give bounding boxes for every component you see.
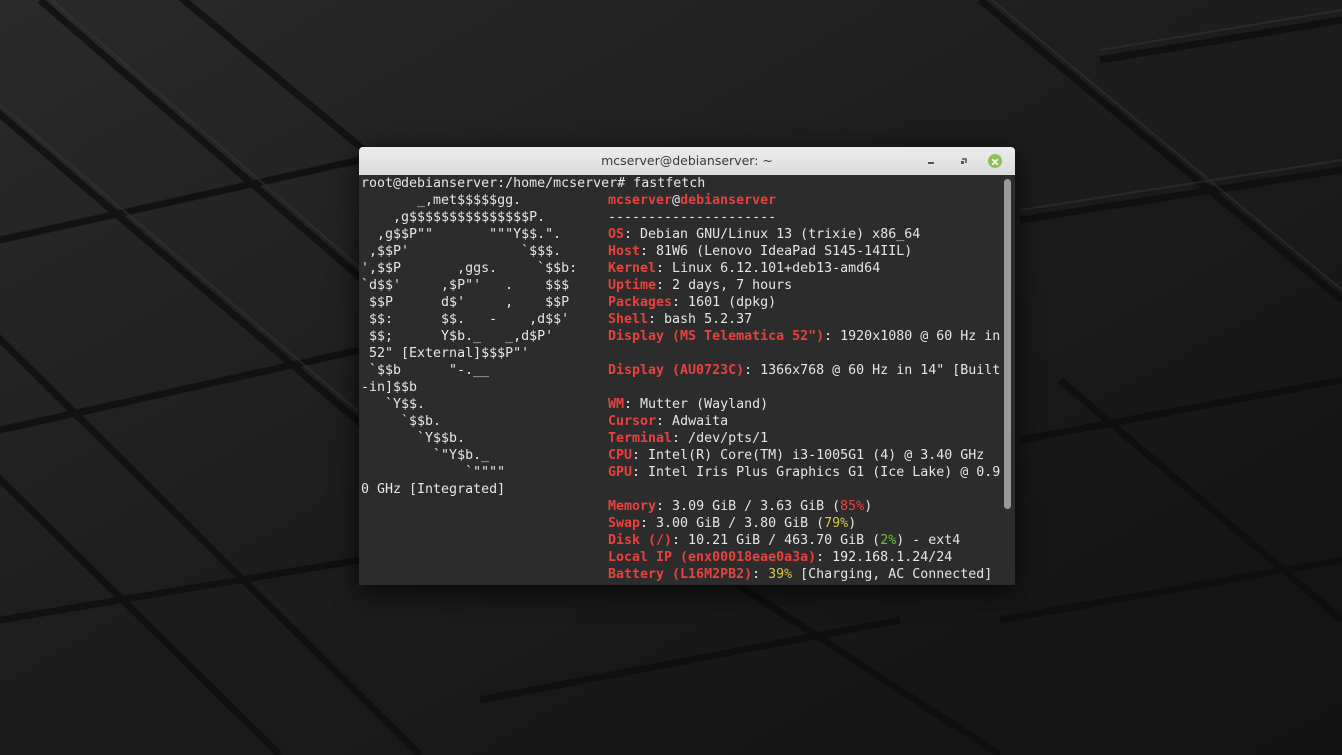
info-value-end: )	[848, 516, 857, 531]
logo-line: $$: $$. - ,d$$'	[361, 312, 570, 327]
info-key: Shell	[608, 312, 649, 327]
info-value: : 2 days, 7 hours	[656, 278, 793, 293]
info-uptime: Uptime: 2 days, 7 hours	[608, 277, 792, 294]
info-key: GPU	[608, 465, 633, 480]
info-os: OS: Debian GNU/Linux 13 (trixie) x86_64	[608, 226, 920, 243]
info-value: : 3.00 GiB / 3.80 GiB (	[640, 516, 825, 531]
info-value: : Linux 6.12.101+deb13-amd64	[656, 261, 881, 276]
info-wm: WM: Mutter (Wayland)	[608, 396, 768, 413]
minimize-button[interactable]	[922, 152, 940, 170]
logo-line: $$P d$' , $$P	[361, 295, 570, 310]
info-host: Host: 81W6 (Lenovo IdeaPad S145-14IIL)	[608, 243, 912, 260]
close-icon	[988, 154, 1002, 168]
info-key: Swap	[608, 516, 641, 531]
logo-line: `$$b "-.__	[361, 363, 490, 378]
logo-line: 0 GHz [Integrated]	[361, 482, 506, 497]
info-key: Battery (L16M2PB2)	[608, 567, 753, 582]
terminal-output[interactable]: root@debianserver:/home/mcserver# fastfe…	[359, 175, 1001, 585]
logo-line: `"Y$b._	[361, 448, 490, 463]
info-key: Display (AU0723C)	[608, 363, 745, 378]
info-key: Kernel	[608, 261, 657, 276]
logo-line: `Y$$.	[361, 397, 426, 412]
maximize-icon	[961, 158, 967, 164]
info-value: : 1920x1080 @ 60 Hz in	[824, 329, 1001, 344]
info-value: : 192.168.1.24/24	[816, 550, 953, 565]
logo-line: $$; Y$b._ _,d$P'	[361, 329, 554, 344]
logo-line: ,g$$$$$$$$$$$$$$$P.	[361, 210, 546, 225]
logo-line: ,g$$P"" """Y$$.".	[361, 227, 562, 242]
info-memory: Memory: 3.09 GiB / 3.63 GiB (85%)	[608, 498, 872, 515]
info-value: : Mutter (Wayland)	[624, 397, 769, 412]
info-cursor: Cursor: Adwaita	[608, 413, 728, 430]
info-cpu: CPU: Intel(R) Core(TM) i3-1005G1 (4) @ 3…	[608, 447, 984, 464]
info-key: Local IP (enx00018eae0a3a)	[608, 550, 817, 565]
info-battery: Battery (L16M2PB2): 39% [Charging, AC Co…	[608, 566, 992, 583]
info-key: Host	[608, 244, 641, 259]
info-value: : Intel Iris Plus Graphics G1 (Ice Lake)…	[632, 465, 1001, 480]
info-kernel: Kernel: Linux 6.12.101+deb13-amd64	[608, 260, 880, 277]
info-value-end: )	[864, 499, 873, 514]
logo-line: ,$$P' `$$$.	[361, 244, 562, 259]
info-terminal: Terminal: /dev/pts/1	[608, 430, 768, 447]
logo-line: ',$$P ,ggs. `$$b:	[361, 261, 578, 276]
prompt-line: root@debianserver:/home/mcserver# fastfe…	[361, 176, 706, 191]
at-sign: @	[672, 193, 681, 208]
logo-line: 52" [External]$$$P"'	[361, 346, 530, 361]
maximize-button[interactable]	[955, 152, 973, 170]
info-display-builtin: Display (AU0723C): 1366x768 @ 60 Hz in 1…	[608, 362, 1000, 379]
info-key: CPU	[608, 448, 633, 463]
memory-percent: 85%	[840, 499, 865, 514]
info-shell: Shell: bash 5.2.37	[608, 311, 752, 328]
info-value: : bash 5.2.37	[648, 312, 753, 327]
title-bar[interactable]: mcserver@debianserver: ~	[359, 147, 1015, 176]
info-key: Uptime	[608, 278, 657, 293]
info-value: :	[752, 567, 769, 582]
info-disk: Disk (/): 10.21 GiB / 463.70 GiB (2%) - …	[608, 532, 960, 549]
info-gpu: GPU: Intel Iris Plus Graphics G1 (Ice La…	[608, 464, 1000, 481]
logo-line: _,met$$$$$gg.	[361, 193, 522, 208]
info-key: Packages	[608, 295, 673, 310]
info-packages: Packages: 1601 (dpkg)	[608, 294, 776, 311]
info-key: Display (MS Telematica 52")	[608, 329, 825, 344]
swap-percent: 79%	[824, 516, 849, 531]
separator-line: ---------------------	[608, 210, 777, 225]
terminal-window: mcserver@debianserver: ~ root@debianserv…	[359, 147, 1015, 585]
info-value: : Intel(R) Core(TM) i3-1005G1 (4) @ 3.40…	[632, 448, 985, 463]
user-name: mcserver	[608, 193, 673, 208]
info-key: Disk (/)	[608, 533, 673, 548]
disk-percent: 2%	[880, 533, 897, 548]
battery-percent: 39%	[768, 567, 793, 582]
logo-line: `d$$' ,$P"' . $$$	[361, 278, 570, 293]
scrollbar-thumb[interactable]	[1004, 179, 1011, 509]
info-value: : 3.09 GiB / 3.63 GiB (	[656, 499, 841, 514]
info-key: OS	[608, 227, 625, 242]
close-button[interactable]	[986, 152, 1004, 170]
info-display-external: Display (MS Telematica 52"): 1920x1080 @…	[608, 328, 1000, 345]
vertical-scrollbar[interactable]	[1001, 175, 1015, 585]
info-key: Memory	[608, 499, 657, 514]
logo-line: `$$b.	[361, 414, 442, 429]
host-name: debianserver	[680, 193, 777, 208]
logo-line: `Y$$b.	[361, 431, 466, 446]
info-value-end: [Charging, AC Connected]	[792, 567, 993, 582]
info-value: : 10.21 GiB / 463.70 GiB (	[672, 533, 881, 548]
info-value: : 81W6 (Lenovo IdeaPad S145-14IIL)	[640, 244, 913, 259]
info-value: : 1366x768 @ 60 Hz in 14" [Built	[744, 363, 1001, 378]
info-value: : Debian GNU/Linux 13 (trixie) x86_64	[624, 227, 921, 242]
info-key: WM	[608, 397, 625, 412]
info-value-end: ) - ext4	[896, 533, 961, 548]
info-swap: Swap: 3.00 GiB / 3.80 GiB (79%)	[608, 515, 856, 532]
info-value: : /dev/pts/1	[672, 431, 769, 446]
info-key: Cursor	[608, 414, 657, 429]
logo-line: -in]$$b	[361, 380, 418, 395]
minimize-icon	[928, 162, 934, 164]
logo-line: `""""	[361, 465, 506, 480]
user-host-line: mcserver@debianserver	[608, 192, 776, 209]
info-value: : Adwaita	[656, 414, 729, 429]
info-local-ip: Local IP (enx00018eae0a3a): 192.168.1.24…	[608, 549, 952, 566]
debian-ascii-logo: _,met$$$$$gg. ,g$$$$$$$$$$$$$$$P. ,g$$P"…	[361, 175, 577, 515]
window-title: mcserver@debianserver: ~	[601, 153, 773, 168]
info-key: Terminal	[608, 431, 673, 446]
info-value: : 1601 (dpkg)	[672, 295, 777, 310]
